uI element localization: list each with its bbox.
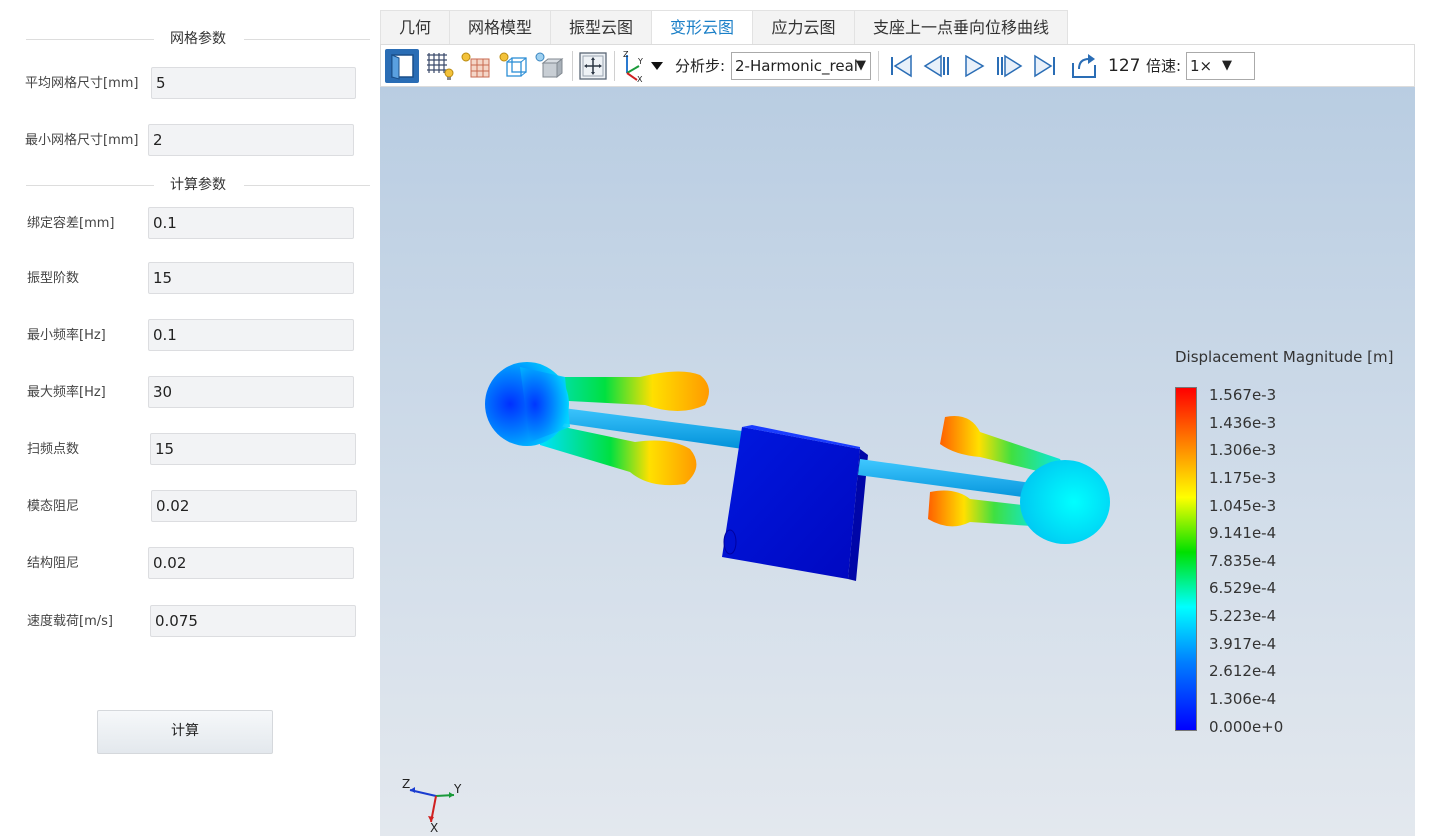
mesh-light-icon[interactable] (459, 49, 493, 83)
fit-view-icon[interactable] (576, 49, 610, 83)
chevron-down-icon: ▼ (856, 58, 866, 73)
avg-mesh-size-input[interactable]: 5 (151, 67, 356, 99)
modal-damping-input[interactable]: 0.02 (151, 490, 357, 522)
frame-counter: 127 (1108, 56, 1141, 76)
legend-value: 0.000e+0 (1209, 718, 1284, 736)
bind-tolerance-label: 绑定容差[mm] (27, 216, 115, 231)
axis-triad-icon: Z Y X (402, 777, 462, 832)
speed-label: 倍速: (1146, 57, 1182, 75)
legend-color-bar (1175, 387, 1197, 731)
legend-value: 1.175e-3 (1209, 469, 1277, 487)
viewer-toolbar: Z Y X 分析步: 2-Harmonic_real ▼ 127 倍速: 1× … (380, 44, 1415, 87)
legend-value: 1.436e-3 (1209, 414, 1277, 432)
calculate-button[interactable]: 计算 (97, 710, 273, 754)
mesh-view-icon[interactable] (423, 49, 457, 83)
parameter-panel: 网格参数 平均网格尺寸[mm] 5 最小网格尺寸[mm] 2 计算参数 绑定容差… (0, 0, 380, 836)
solid-light-icon[interactable] (533, 49, 567, 83)
min-frequency-input[interactable]: 0.1 (148, 319, 354, 351)
legend-value: 6.529e-4 (1209, 579, 1277, 597)
step-forward-icon[interactable] (993, 49, 1027, 83)
legend-value: 1.045e-3 (1209, 497, 1277, 515)
speed-value: 1× (1190, 57, 1213, 75)
svg-text:X: X (637, 75, 643, 83)
modal-damping-label: 模态阻尼 (27, 499, 80, 514)
axis-x-label: X (430, 821, 438, 832)
bind-tolerance-input[interactable]: 0.1 (148, 207, 354, 239)
axis-orientation-icon[interactable]: Z Y X (617, 49, 667, 84)
min-mesh-size-label: 最小网格尺寸[mm] (25, 133, 139, 148)
sweep-points-label: 扫频点数 (27, 442, 80, 457)
first-frame-icon[interactable] (883, 49, 917, 83)
legend-value: 9.141e-4 (1209, 524, 1277, 542)
svg-text:Y: Y (637, 57, 643, 66)
structural-damping-label: 结构阻尼 (27, 556, 80, 571)
structural-damping-input[interactable]: 0.02 (148, 547, 354, 579)
max-frequency-label: 最大频率[Hz] (27, 385, 106, 400)
last-frame-icon[interactable] (1029, 49, 1063, 83)
play-icon[interactable] (957, 49, 991, 83)
tab-mesh-model[interactable]: 网格模型 (449, 10, 551, 44)
velocity-load-input[interactable]: 0.075 (150, 605, 356, 637)
legend-value: 5.223e-4 (1209, 607, 1277, 625)
axis-y-label: Y (453, 782, 462, 796)
axis-z-label: Z (402, 777, 410, 791)
sweep-points-input[interactable]: 15 (150, 433, 356, 465)
legend-value: 3.917e-4 (1209, 635, 1277, 653)
legend-value: 7.835e-4 (1209, 552, 1277, 570)
right-margin (1415, 0, 1440, 836)
velocity-load-label: 速度载荷[m/s] (27, 614, 113, 629)
min-frequency-label: 最小频率[Hz] (27, 328, 106, 343)
step-back-icon[interactable] (919, 49, 953, 83)
tab-stress-contour[interactable]: 应力云图 (752, 10, 855, 44)
legend-value: 1.567e-3 (1209, 386, 1277, 404)
svg-text:Z: Z (623, 50, 629, 59)
avg-mesh-size-label: 平均网格尺寸[mm] (25, 76, 139, 91)
analysis-step-select[interactable]: 2-Harmonic_real ▼ (731, 52, 871, 80)
max-frequency-input[interactable]: 30 (148, 376, 354, 408)
analysis-step-label: 分析步: (675, 57, 726, 75)
min-mesh-size-input[interactable]: 2 (148, 124, 354, 156)
chevron-down-icon: ▼ (1222, 58, 1232, 73)
tab-mode-shape-contour[interactable]: 振型云图 (550, 10, 652, 44)
legend-value: 1.306e-4 (1209, 690, 1277, 708)
legend-value: 2.612e-4 (1209, 662, 1277, 680)
result-viewport[interactable]: Displacement Magnitude [m] 1.567e-3 1.43… (380, 87, 1415, 836)
loop-icon[interactable] (1067, 49, 1101, 83)
legend-title: Displacement Magnitude [m] (1175, 348, 1394, 366)
mode-order-label: 振型阶数 (27, 271, 80, 286)
tab-deformation-contour[interactable]: 变形云图 (651, 10, 753, 44)
tab-vertical-displacement-curve[interactable]: 支座上一点垂向位移曲线 (854, 10, 1068, 44)
mode-order-input[interactable]: 15 (148, 262, 354, 294)
calc-params-header: 计算参数 (26, 175, 370, 195)
analysis-step-value: 2-Harmonic_real (735, 57, 858, 75)
tab-geometry[interactable]: 几何 (380, 10, 450, 44)
surface-view-icon[interactable] (385, 49, 419, 83)
wireframe-light-icon[interactable] (497, 49, 531, 83)
legend-value: 1.306e-3 (1209, 441, 1277, 459)
mesh-params-header: 网格参数 (26, 29, 370, 49)
speed-select[interactable]: 1× ▼ (1186, 52, 1255, 80)
